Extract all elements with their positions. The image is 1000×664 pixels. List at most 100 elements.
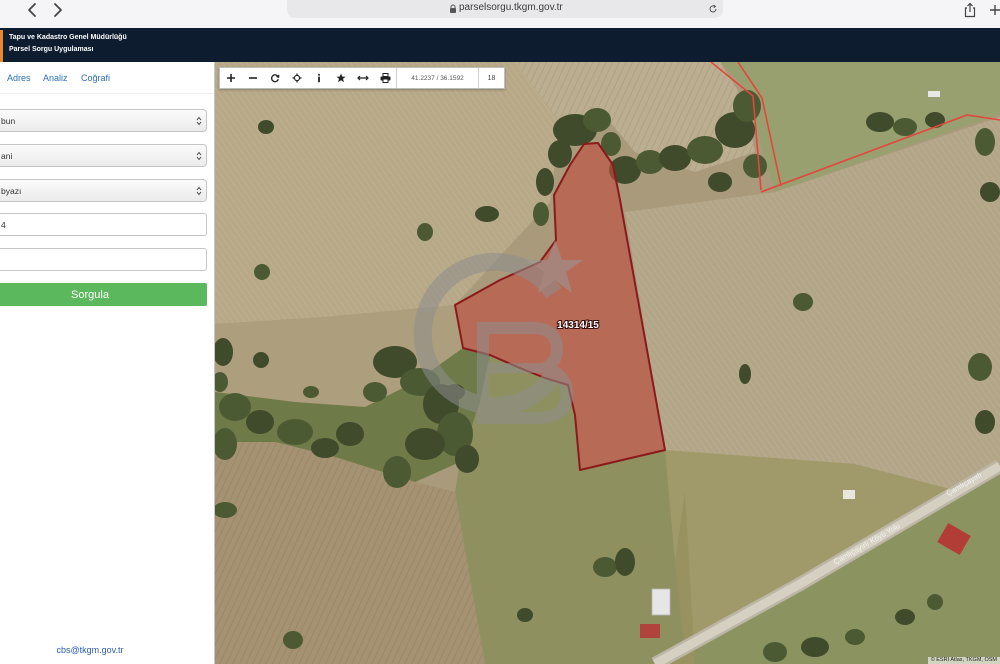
zoom-out-icon — [249, 77, 257, 79]
share-icon[interactable] — [963, 2, 977, 18]
building — [843, 490, 855, 499]
tree-canopy — [743, 154, 767, 178]
tab-analiz[interactable]: Analiz — [43, 73, 68, 84]
tree-canopy — [455, 445, 479, 473]
zoom-in-button[interactable] — [220, 68, 242, 88]
new-tab-icon[interactable] — [988, 2, 1000, 18]
chevron-right-icon[interactable] — [50, 2, 64, 18]
tree-canopy — [253, 352, 269, 368]
select-arrows-icon — [196, 151, 202, 161]
query-button[interactable]: Sorgula — [0, 283, 207, 306]
tree-canopy — [336, 422, 364, 446]
tree-canopy — [417, 223, 433, 241]
tree-canopy — [548, 140, 572, 168]
browser-toolbar: parselsorgu.tkgm.gov.tr — [0, 0, 1000, 28]
tree-canopy — [311, 438, 339, 458]
building — [928, 91, 940, 97]
tree-canopy — [980, 182, 1000, 202]
refresh-icon — [271, 74, 280, 83]
tree-canopy — [533, 202, 549, 226]
tree-canopy — [793, 293, 813, 311]
tree-canopy — [927, 594, 943, 610]
address-bar[interactable]: parselsorgu.tkgm.gov.tr — [287, 0, 723, 18]
refresh-button[interactable] — [264, 68, 286, 88]
satellite-imagery: 14314/15 Çamlıçayırlı Köyü Yolu Çamlıçay… — [215, 62, 1000, 664]
print-icon — [380, 73, 390, 83]
tree-canopy — [739, 364, 751, 384]
url-text: parselsorgu.tkgm.gov.tr — [459, 2, 563, 13]
app-header: Tapu ve Kadastro Genel Müdürlüğü Parsel … — [0, 28, 1000, 62]
tree-canopy — [895, 609, 915, 625]
neighborhood-select[interactable]: byazı — [0, 179, 207, 202]
building — [651, 588, 671, 616]
tree-canopy — [517, 608, 533, 622]
tree-canopy — [303, 386, 319, 398]
tab-cografi[interactable]: Coğrafi — [81, 73, 110, 84]
coordinate-readout: 41.2237 / 36.1592 — [396, 68, 478, 88]
tree-canopy — [277, 419, 313, 445]
parcel-label: 14314/15 — [557, 320, 599, 331]
info-icon — [318, 73, 320, 83]
app-title: Parsel Sorgu Uygulaması — [9, 46, 94, 53]
tree-canopy — [246, 410, 274, 434]
zoom-level-readout: 18 — [478, 68, 504, 88]
tree-canopy — [763, 642, 787, 662]
tab-adres[interactable]: Adres — [7, 73, 31, 84]
tree-canopy — [968, 353, 992, 381]
tree-canopy — [708, 172, 732, 192]
map-attribution: © ESRI Atlas, TKGM, OSM — [927, 657, 1000, 664]
locate-button[interactable] — [286, 68, 308, 88]
tree-canopy — [687, 136, 723, 164]
province-select-value: bun — [1, 116, 16, 126]
tree-canopy — [845, 629, 865, 645]
zoom-in-icon — [227, 74, 235, 82]
lock-icon — [450, 4, 456, 13]
building — [640, 624, 660, 638]
info-button[interactable] — [308, 68, 330, 88]
tree-canopy — [405, 428, 445, 460]
tree-canopy — [258, 120, 274, 134]
select-arrows-icon — [196, 116, 202, 126]
tree-canopy — [254, 264, 270, 280]
tree-canopy — [925, 112, 945, 128]
tree-canopy — [219, 393, 251, 421]
zoom-out-button[interactable] — [242, 68, 264, 88]
map-view[interactable]: 14314/15 Çamlıçayırlı Köyü Yolu Çamlıçay… — [215, 62, 1000, 664]
tree-canopy — [733, 90, 761, 122]
query-sidebar: Adres Analiz Coğrafi bun ani byazı Sorgu… — [0, 62, 215, 664]
print-button[interactable] — [374, 68, 396, 88]
tree-canopy — [363, 382, 387, 402]
tabs-divider — [0, 93, 214, 94]
tree-canopy — [866, 112, 894, 132]
district-select-value: ani — [1, 151, 13, 161]
tree-canopy — [975, 128, 995, 156]
contact-email-link[interactable]: cbs@tkgm.gov.tr — [0, 645, 207, 656]
parcel-number-field[interactable] — [0, 248, 207, 271]
map-toolbar: 41.2237 / 36.1592 18 — [219, 67, 505, 89]
tree-canopy — [659, 145, 691, 171]
tree-canopy — [975, 410, 995, 434]
tree-canopy — [583, 108, 611, 132]
neighborhood-select-value: byazı — [1, 186, 22, 196]
tree-canopy — [383, 456, 411, 488]
organization-name: Tapu ve Kadastro Genel Müdürlüğü — [9, 34, 127, 41]
measure-icon — [357, 75, 369, 81]
header-accent-stripe — [0, 30, 3, 62]
chevron-left-icon[interactable] — [26, 2, 40, 18]
tree-canopy — [283, 631, 303, 649]
tree-canopy — [615, 548, 635, 576]
select-arrows-icon — [196, 186, 202, 196]
favorite-button[interactable] — [330, 68, 352, 88]
tree-canopy — [593, 557, 617, 577]
province-select[interactable]: bun — [0, 109, 207, 132]
reload-icon[interactable] — [708, 4, 718, 14]
block-number-field[interactable] — [0, 213, 207, 236]
star-icon — [336, 73, 346, 83]
tree-canopy — [893, 118, 917, 136]
locate-icon — [292, 73, 302, 83]
tree-canopy — [536, 168, 554, 196]
measure-button[interactable] — [352, 68, 374, 88]
tree-canopy — [475, 206, 499, 222]
tree-canopy — [801, 637, 829, 657]
district-select[interactable]: ani — [0, 144, 207, 167]
